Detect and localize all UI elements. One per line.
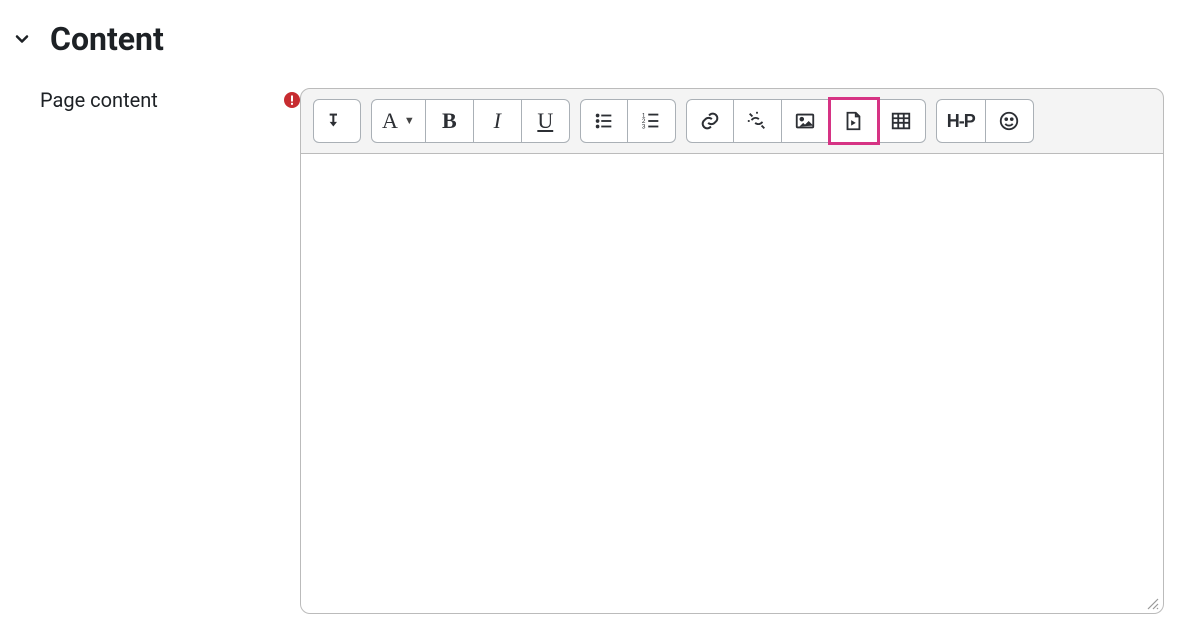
image-icon: [794, 110, 816, 132]
toolbar-expand-button[interactable]: [313, 99, 361, 143]
expand-down-icon: [326, 110, 348, 132]
ordered-list-icon: 123: [640, 110, 662, 132]
resize-handle[interactable]: [1146, 596, 1160, 610]
field-label-column: Page content: [10, 88, 300, 112]
editor-body: [300, 154, 1164, 614]
unordered-list-button[interactable]: [580, 99, 628, 143]
h5p-button[interactable]: H-P: [936, 99, 986, 143]
field-label: Page content: [40, 88, 276, 112]
section-header: Content: [10, 20, 1194, 58]
h5p-icon: H-P: [947, 111, 975, 132]
table-icon: [890, 110, 912, 132]
link-button[interactable]: [686, 99, 734, 143]
underline-icon: U: [537, 108, 553, 134]
rich-text-editor: A ▼ B I U 123: [300, 88, 1164, 614]
dropdown-caret-icon: ▼: [404, 115, 415, 127]
section-title: Content: [50, 20, 164, 58]
toolbar-group-insert: [686, 99, 926, 143]
page-content-row: Page content A ▼ B I: [10, 88, 1194, 614]
link-icon: [699, 110, 721, 132]
toolbar-group-lists: 123: [580, 99, 676, 143]
collapse-toggle-icon[interactable]: [10, 27, 34, 51]
italic-icon: I: [494, 108, 501, 134]
unordered-list-icon: [593, 110, 615, 132]
image-button[interactable]: [782, 99, 830, 143]
paragraph-style-icon: A: [382, 108, 398, 134]
ordered-list-button[interactable]: 123: [628, 99, 676, 143]
svg-text:3: 3: [642, 123, 646, 130]
emoji-icon: [998, 110, 1020, 132]
required-icon: [284, 92, 300, 108]
toolbar-group-extra: H-P: [936, 99, 1034, 143]
unlink-button[interactable]: [734, 99, 782, 143]
unlink-icon: [746, 110, 768, 132]
underline-button[interactable]: U: [522, 99, 570, 143]
media-button[interactable]: [830, 99, 878, 143]
emoji-button[interactable]: [986, 99, 1034, 143]
table-button[interactable]: [878, 99, 926, 143]
bold-button[interactable]: B: [426, 99, 474, 143]
toolbar-group-text: A ▼ B I U: [371, 99, 570, 143]
italic-button[interactable]: I: [474, 99, 522, 143]
bold-icon: B: [442, 108, 457, 134]
media-icon: [842, 110, 864, 132]
toolbar-group-expand: [313, 99, 361, 143]
page-content-textarea[interactable]: [301, 154, 1163, 613]
editor-toolbar: A ▼ B I U 123: [300, 88, 1164, 154]
paragraph-style-button[interactable]: A ▼: [371, 99, 426, 143]
